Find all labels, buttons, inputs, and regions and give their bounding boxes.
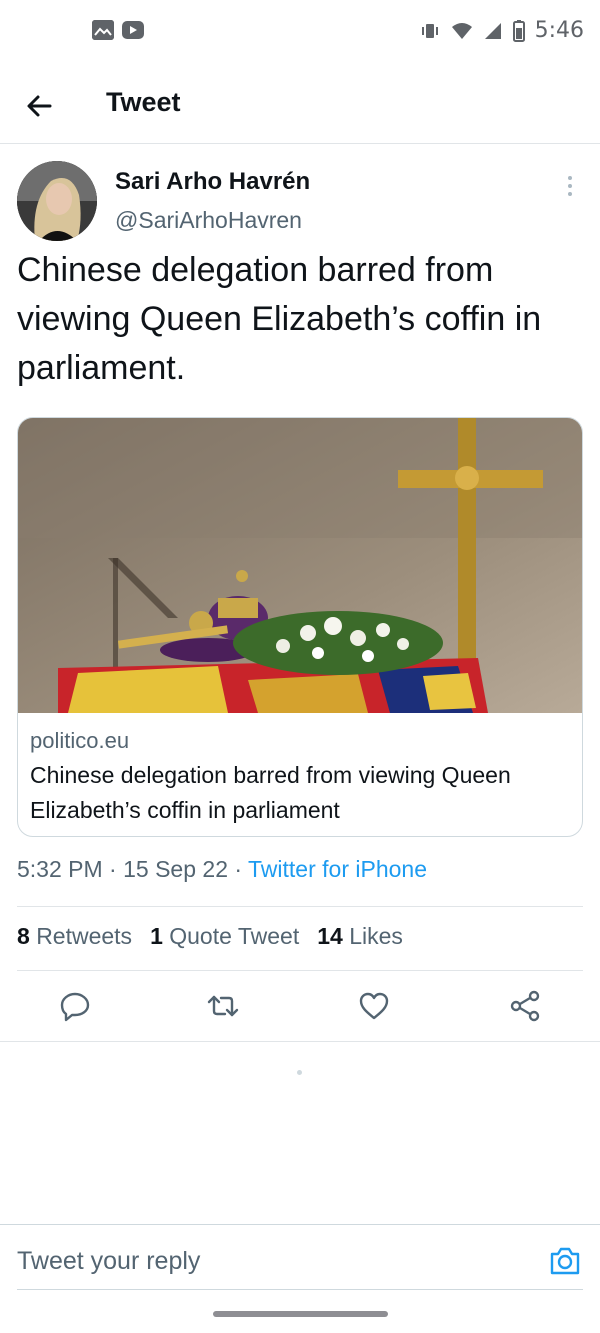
more-options-button[interactable] — [560, 172, 580, 200]
more-vertical-icon — [568, 176, 572, 196]
quotes-label: Quote Tweet — [169, 923, 300, 949]
meta-separator: · — [109, 856, 124, 882]
quotes-stat[interactable]: 1 Quote Tweet — [150, 923, 299, 950]
tweet-source-link[interactable]: Twitter for iPhone — [248, 856, 427, 882]
likes-count: 14 — [317, 923, 343, 949]
status-bar: 5:46 — [0, 0, 600, 64]
divider — [17, 970, 583, 971]
retweets-count: 8 — [17, 923, 30, 949]
divider — [0, 1041, 600, 1042]
author-name[interactable]: Sari Arho Havrén — [115, 168, 310, 196]
reply-bar: Tweet your reply — [0, 1224, 600, 1294]
youtube-icon — [122, 21, 144, 39]
tweet-actions — [0, 985, 600, 1031]
card-image — [18, 418, 582, 713]
meta-separator: · — [234, 856, 249, 882]
top-bar: Tweet — [0, 64, 600, 144]
tweet-meta: 5:32 PM · 15 Sep 22 · Twitter for iPhone — [17, 856, 427, 883]
arrow-left-icon — [27, 95, 52, 117]
divider — [17, 906, 583, 907]
home-indicator[interactable] — [213, 1311, 388, 1317]
status-time: 5:46 — [534, 18, 584, 43]
avatar[interactable] — [17, 161, 97, 241]
gallery-icon — [92, 20, 114, 40]
tweet-text: Chinese delegation barred from viewing Q… — [17, 251, 542, 387]
retweet-icon — [207, 995, 239, 1017]
wifi-icon — [451, 22, 472, 39]
likes-stat[interactable]: 14 Likes — [317, 923, 403, 950]
tweet-stats: 8 Retweets 1 Quote Tweet 14 Likes — [17, 923, 403, 950]
status-right-icons: 5:46 — [419, 18, 584, 43]
status-left-icons — [92, 20, 144, 40]
share-icon — [510, 990, 540, 1022]
back-button[interactable] — [22, 88, 58, 124]
page-title: Tweet — [106, 87, 181, 117]
retweets-label: Retweets — [36, 923, 133, 949]
vibrate-icon — [421, 23, 438, 38]
camera-icon — [550, 1247, 580, 1275]
signal-icon — [484, 22, 501, 39]
card-title: Chinese delegation barred from viewing Q… — [30, 762, 511, 823]
reply-input[interactable]: Tweet your reply — [17, 1247, 200, 1276]
like-icon — [359, 992, 389, 1020]
quotes-count: 1 — [150, 923, 163, 949]
reply-icon — [60, 992, 90, 1022]
link-card[interactable]: politico.eu Chinese delegation barred fr… — [17, 417, 583, 837]
share-button[interactable] — [508, 989, 542, 1023]
author-handle[interactable]: @SariArhoHavren — [115, 207, 302, 234]
like-button[interactable] — [357, 989, 391, 1023]
card-domain: politico.eu — [30, 728, 130, 753]
reply-underline — [17, 1289, 583, 1290]
likes-label: Likes — [349, 923, 403, 949]
battery-icon — [512, 19, 525, 42]
retweets-stat[interactable]: 8 Retweets — [17, 923, 132, 950]
tweet-date: 15 Sep 22 — [123, 856, 228, 882]
loading-dot — [297, 1070, 302, 1075]
reply-button[interactable] — [58, 989, 92, 1023]
tweet-time: 5:32 PM — [17, 856, 103, 882]
retweet-button[interactable] — [206, 989, 240, 1023]
camera-button[interactable] — [548, 1245, 582, 1277]
